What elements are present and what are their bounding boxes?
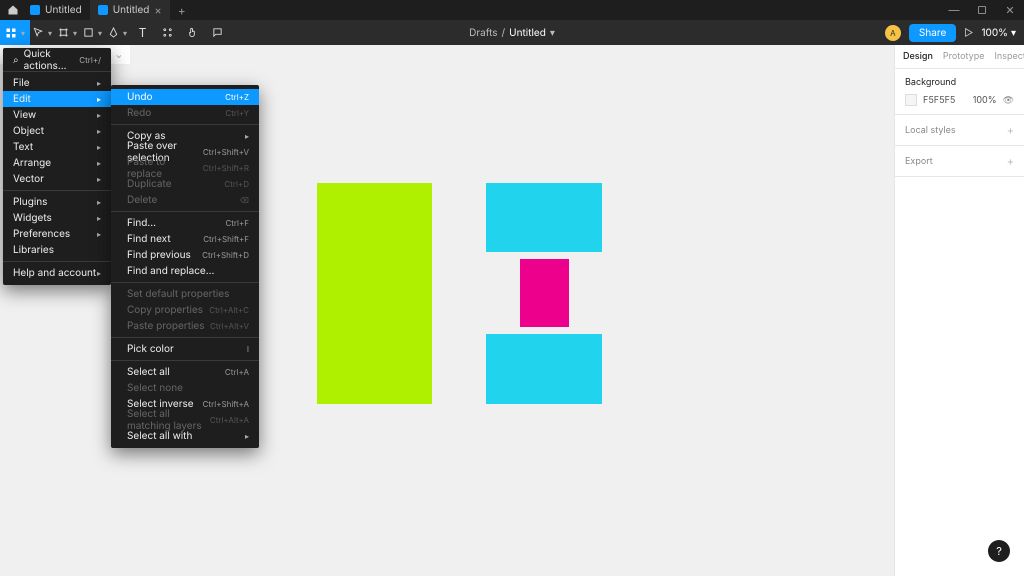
bg-hex[interactable]: F5F5F5 (923, 95, 955, 106)
menu-find-next[interactable]: Find nextCtrl+Shift+F (111, 231, 259, 247)
pen-tool[interactable]: ▾ (105, 20, 130, 45)
file-icon (30, 5, 40, 15)
minimize-button[interactable]: — (940, 3, 968, 17)
menu-arrange[interactable]: Arrange▸ (3, 155, 111, 171)
bg-opacity[interactable]: 100% (973, 95, 997, 106)
menu-object[interactable]: Object▸ (3, 123, 111, 139)
menu-edit[interactable]: Edit▸ (3, 91, 111, 107)
menu-copy-props: Copy propertiesCtrl+Alt+C (111, 302, 259, 318)
breadcrumb-doc[interactable]: Untitled (509, 27, 546, 39)
menu-widgets[interactable]: Widgets▸ (3, 210, 111, 226)
menu-redo: RedoCtrl+Y (111, 105, 259, 121)
avatar[interactable]: A (885, 25, 901, 41)
tab-untitled-1[interactable]: Untitled (22, 0, 90, 20)
main-menu: ⌕Quick actions… Ctrl+/ File▸ Edit▸ View▸… (3, 48, 111, 285)
menu-select-all-with[interactable]: Select all with▸ (111, 428, 259, 444)
close-window-button[interactable]: ✕ (996, 3, 1024, 17)
menu-select-all[interactable]: Select allCtrl+A (111, 364, 259, 380)
submenu-edit: UndoCtrl+Z RedoCtrl+Y Copy as▸ Paste ove… (111, 85, 259, 448)
menu-libraries[interactable]: Libraries (3, 242, 111, 258)
background-label: Background (905, 77, 1014, 88)
chevron-down-icon: ⌄ (116, 50, 122, 60)
present-button[interactable]: ▷ (964, 27, 973, 39)
eye-icon[interactable]: 👁 (1003, 95, 1014, 106)
menu-vector[interactable]: Vector▸ (3, 171, 111, 187)
chevron-down-icon[interactable]: ▾ (550, 27, 555, 39)
right-panel: Design Prototype Inspect Background F5F5… (894, 45, 1024, 576)
rectangle-cyan-1[interactable] (486, 183, 602, 252)
menu-set-default: Set default properties (111, 286, 259, 302)
comment-tool[interactable] (205, 20, 230, 45)
menu-quick-actions[interactable]: ⌕Quick actions… Ctrl+/ (3, 52, 111, 68)
breadcrumb-sep: / (502, 27, 506, 39)
bg-swatch[interactable] (905, 94, 917, 106)
close-icon[interactable]: × (154, 3, 161, 17)
move-tool[interactable]: ▾ (30, 20, 55, 45)
menu-select-none: Select none (111, 380, 259, 396)
add-style-button[interactable]: + (1007, 123, 1014, 137)
chevron-down-icon: ▾ (21, 28, 25, 38)
menu-view[interactable]: View▸ (3, 107, 111, 123)
text-tool[interactable]: T (130, 20, 155, 45)
maximize-button[interactable]: ▢ (968, 3, 996, 17)
menu-delete: Delete⌫ (111, 192, 259, 208)
hand-tool[interactable] (180, 20, 205, 45)
rectangle-magenta[interactable] (520, 259, 569, 327)
tab-label: Untitled (45, 4, 82, 16)
menu-paste-props: Paste propertiesCtrl+Alt+V (111, 318, 259, 334)
menu-pick-color[interactable]: Pick colorI (111, 341, 259, 357)
shape-tool[interactable]: ▾ (80, 20, 105, 45)
menu-undo[interactable]: UndoCtrl+Z (111, 89, 259, 105)
breadcrumb-root[interactable]: Drafts (469, 27, 497, 39)
main-menu-button[interactable]: ▾ (0, 20, 30, 45)
menu-preferences[interactable]: Preferences▸ (3, 226, 111, 242)
resources-tool[interactable] (155, 20, 180, 45)
menu-file[interactable]: File▸ (3, 75, 111, 91)
menu-find-prev[interactable]: Find previousCtrl+Shift+D (111, 247, 259, 263)
tab-prototype[interactable]: Prototype (943, 51, 985, 62)
tab-design[interactable]: Design (903, 51, 933, 62)
menu-text[interactable]: Text▸ (3, 139, 111, 155)
local-styles-label: Local styles (905, 125, 956, 136)
zoom-control[interactable]: 100%▾ (981, 27, 1016, 39)
menu-help[interactable]: Help and account▸ (3, 265, 111, 281)
add-tab-button[interactable]: + (170, 3, 194, 18)
help-fab[interactable]: ? (988, 540, 1010, 562)
search-icon: ⌕ (13, 54, 19, 66)
menu-select-matching: Select all matching layersCtrl+Alt+A (111, 412, 259, 428)
rectangle-cyan-2[interactable] (486, 334, 602, 404)
home-icon[interactable] (4, 1, 22, 19)
rectangle-green[interactable] (317, 183, 432, 404)
tab-untitled-2[interactable]: Untitled × (90, 0, 170, 20)
add-export-button[interactable]: + (1007, 154, 1014, 168)
tab-label: Untitled (113, 4, 150, 16)
export-label: Export (905, 156, 933, 167)
share-button[interactable]: Share (909, 24, 956, 42)
tab-inspect[interactable]: Inspect (994, 51, 1024, 62)
file-icon (98, 5, 108, 15)
menu-paste-replace: Paste to replaceCtrl+Shift+R (111, 160, 259, 176)
menu-find[interactable]: Find…Ctrl+F (111, 215, 259, 231)
frame-tool[interactable]: ▾ (55, 20, 80, 45)
menu-find-replace[interactable]: Find and replace… (111, 263, 259, 279)
menu-plugins[interactable]: Plugins▸ (3, 194, 111, 210)
